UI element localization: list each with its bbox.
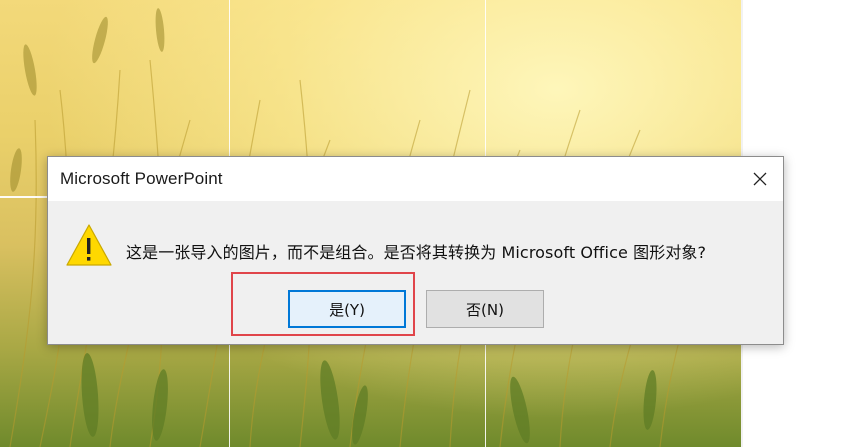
close-button[interactable] xyxy=(737,157,783,201)
warning-icon xyxy=(66,224,112,266)
convert-picture-dialog: Microsoft PowerPoint 这是一张导入的图片，而不是组合。是否将… xyxy=(47,156,784,345)
layout-guide-horizontal xyxy=(0,196,48,198)
dialog-titlebar[interactable]: Microsoft PowerPoint xyxy=(48,157,783,201)
yes-button[interactable]: 是(Y) xyxy=(288,290,406,328)
close-icon xyxy=(753,172,767,186)
dialog-title: Microsoft PowerPoint xyxy=(60,169,223,188)
dialog-message: 这是一张导入的图片，而不是组合。是否将其转换为 Microsoft Office… xyxy=(126,243,707,262)
screen: Microsoft PowerPoint 这是一张导入的图片，而不是组合。是否将… xyxy=(0,0,852,447)
no-button[interactable]: 否(N) xyxy=(426,290,544,328)
